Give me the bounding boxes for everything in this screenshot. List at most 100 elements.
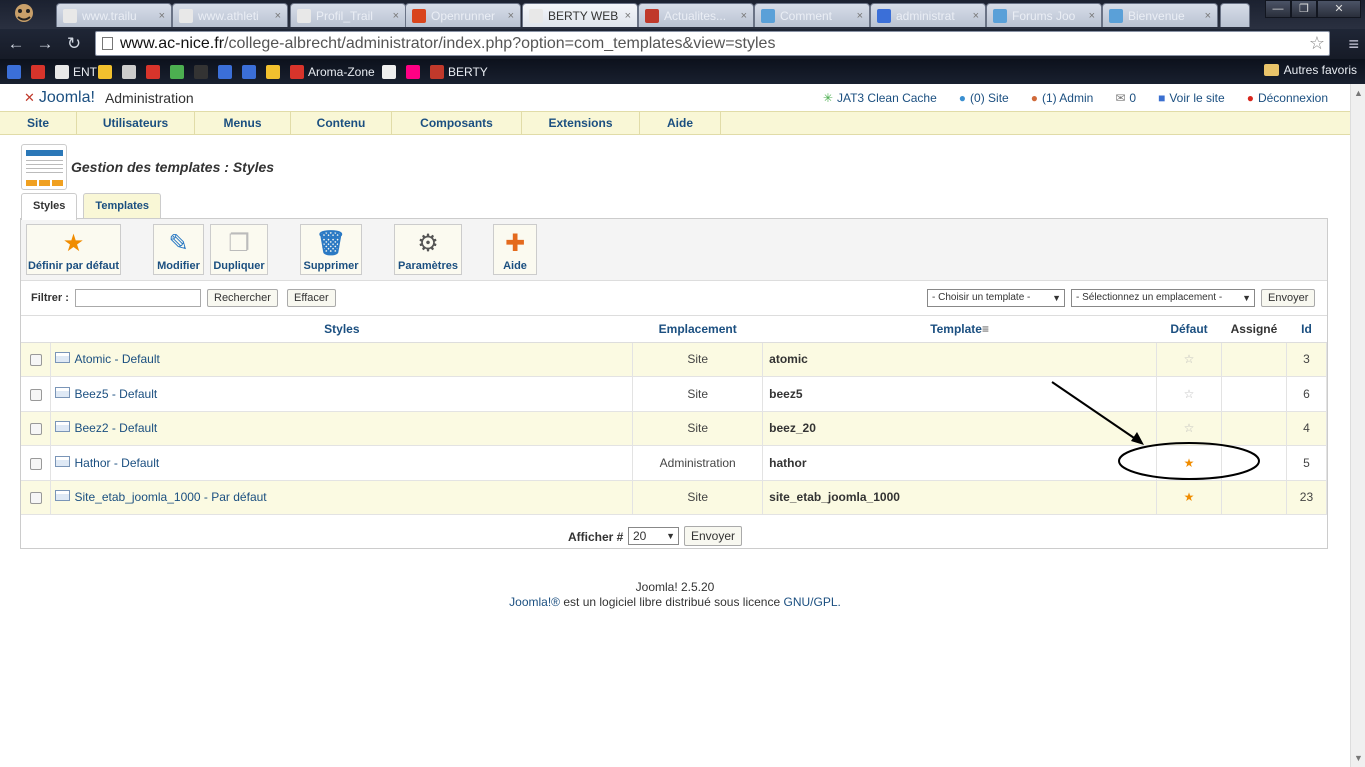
style-name-link[interactable]: Atomic - Default — [74, 352, 159, 366]
row-checkbox[interactable] — [29, 492, 42, 505]
vertical-scrollbar[interactable]: ▲ ▼ — [1350, 84, 1365, 767]
browser-tab[interactable]: www.trailu × — [56, 3, 172, 27]
browser-tab[interactable]: www.athleti × — [172, 3, 288, 27]
row-checkbox[interactable] — [29, 388, 42, 401]
header-default[interactable]: Défaut — [1156, 317, 1222, 343]
scroll-down-icon[interactable]: ▼ — [1354, 753, 1363, 763]
bookmark-item[interactable] — [266, 63, 284, 80]
scroll-up-icon[interactable]: ▲ — [1354, 88, 1363, 98]
default-star-icon[interactable]: ★ — [1156, 480, 1222, 515]
jat3-clean-cache-link[interactable]: ✳ JAT3 Clean Cache — [823, 91, 937, 105]
bookmark-item[interactable] — [170, 63, 188, 80]
messages-link[interactable]: ✉ 0 — [1115, 91, 1136, 105]
style-name-link[interactable]: Hathor - Default — [74, 456, 159, 470]
set-default-star-icon[interactable]: ☆ — [1156, 342, 1222, 377]
back-arrow-icon[interactable]: ← — [6, 34, 26, 54]
default-star-icon[interactable]: ★ — [1156, 445, 1222, 481]
header-styles[interactable]: Styles — [50, 317, 633, 343]
menu-item-menus[interactable]: Menus — [195, 112, 291, 134]
limit-select[interactable]: 20 ▼ — [628, 527, 679, 545]
row-checkbox[interactable] — [29, 354, 42, 367]
minimize-button[interactable]: — — [1265, 0, 1291, 18]
bookmark-item[interactable] — [218, 63, 236, 80]
template-select[interactable]: - Choisir un template - ▼ — [927, 289, 1065, 307]
tab-close-icon[interactable]: × — [508, 10, 514, 22]
tab-close-icon[interactable]: × — [741, 10, 747, 22]
browser-tab[interactable]: Profil_Trail × — [290, 3, 406, 27]
tab-templates[interactable]: Templates — [83, 193, 162, 219]
browser-tab[interactable]: Bienvenue × — [1102, 3, 1218, 27]
style-name-link[interactable]: Beez2 - Default — [74, 421, 157, 435]
menu-item-utilisateurs[interactable]: Utilisateurs — [77, 112, 195, 134]
address-bar[interactable]: www.ac-nice.fr/college-albrecht/administ… — [95, 31, 1330, 56]
header-location[interactable]: Emplacement — [632, 317, 763, 343]
admin-users-link[interactable]: ● (1) Admin — [1031, 91, 1094, 105]
options-button[interactable]: ⚙ Paramètres — [394, 224, 462, 275]
browser-tab[interactable]: Forums Joo × — [986, 3, 1102, 27]
tab-close-icon[interactable]: × — [275, 10, 281, 22]
duplicate-button[interactable]: ❐ Dupliquer — [210, 224, 268, 275]
tab-close-icon[interactable]: × — [1205, 10, 1211, 22]
browser-menu-icon[interactable]: ≡ — [1348, 34, 1359, 55]
header-template[interactable]: Template≡ — [762, 317, 1157, 343]
tab-close-icon[interactable]: × — [625, 10, 631, 22]
browser-tab[interactable]: BERTY WEB × — [522, 3, 638, 27]
browser-tab[interactable]: Actualites... × — [638, 3, 754, 27]
restore-button[interactable]: ❐ — [1291, 0, 1317, 18]
tab-close-icon[interactable]: × — [973, 10, 979, 22]
row-checkbox[interactable] — [29, 457, 42, 470]
limit-submit-button[interactable]: Envoyer — [684, 526, 743, 546]
header-id[interactable]: Id — [1286, 317, 1327, 343]
filter-submit-button[interactable]: Envoyer — [1261, 289, 1316, 307]
tab-close-icon[interactable]: × — [1089, 10, 1095, 22]
edit-button[interactable]: ✎ Modifier — [153, 224, 204, 275]
menu-item-extensions[interactable]: Extensions — [522, 112, 640, 134]
close-window-button[interactable]: ✕ — [1317, 0, 1361, 18]
filter-search-input[interactable] — [75, 289, 201, 307]
style-name-link[interactable]: Beez5 - Default — [74, 387, 157, 401]
reload-icon[interactable]: ↻ — [64, 34, 84, 54]
bookmark-item[interactable] — [242, 63, 260, 80]
style-name-link[interactable]: Site_etab_joomla_1000 - Par défaut — [74, 490, 266, 504]
menu-item-contenu[interactable]: Contenu — [291, 112, 392, 134]
bookmark-item[interactable]: Aroma-Zone — [290, 63, 375, 80]
set-default-star-icon[interactable]: ☆ — [1156, 411, 1222, 446]
tab-close-icon[interactable]: × — [857, 10, 863, 22]
style-thumbnail-icon[interactable] — [55, 421, 71, 433]
delete-button[interactable]: 🗑 Supprimer — [300, 224, 362, 275]
row-checkbox[interactable] — [29, 423, 42, 436]
site-visitors-link[interactable]: ● (0) Site — [959, 91, 1009, 105]
browser-profile-avatar-icon[interactable] — [8, 1, 40, 29]
style-thumbnail-icon[interactable] — [55, 352, 71, 364]
menu-item-site[interactable]: Site — [0, 112, 77, 134]
browser-tab[interactable]: Comment × — [754, 3, 870, 27]
view-site-link[interactable]: ■ Voir le site — [1158, 91, 1225, 105]
browser-tab[interactable]: administrat × — [870, 3, 986, 27]
set-default-button[interactable]: ★ Définir par défaut — [26, 224, 121, 275]
logout-link[interactable]: ● Déconnexion — [1247, 91, 1328, 105]
help-button[interactable]: ✚ Aide — [493, 224, 537, 275]
bookmark-item[interactable] — [98, 63, 116, 80]
browser-tab[interactable]: Openrunner × — [405, 3, 521, 27]
bookmark-star-icon[interactable]: ☆ — [1309, 32, 1325, 55]
search-button[interactable]: Rechercher — [207, 289, 278, 307]
bookmark-item[interactable] — [122, 63, 140, 80]
bookmark-item[interactable] — [31, 63, 49, 80]
style-thumbnail-icon[interactable] — [55, 490, 71, 502]
forward-arrow-icon[interactable]: → — [35, 34, 55, 54]
menu-item-composants[interactable]: Composants — [392, 112, 522, 134]
new-tab-button[interactable] — [1220, 3, 1250, 27]
tab-close-icon[interactable]: × — [393, 10, 399, 22]
joomla-link[interactable]: Joomla!® — [509, 595, 560, 609]
style-thumbnail-icon[interactable] — [55, 455, 71, 467]
bookmark-item[interactable] — [406, 63, 424, 80]
bookmark-item[interactable] — [146, 63, 164, 80]
tab-close-icon[interactable]: × — [159, 10, 165, 22]
bookmark-item[interactable] — [382, 63, 400, 80]
bookmark-item[interactable] — [194, 63, 212, 80]
gpl-link[interactable]: GNU/GPL. — [783, 595, 840, 609]
clear-button[interactable]: Effacer — [287, 289, 336, 307]
bookmark-item[interactable] — [7, 63, 25, 80]
style-thumbnail-icon[interactable] — [55, 386, 71, 398]
other-bookmarks-folder[interactable]: Autres favoris — [1263, 63, 1357, 77]
